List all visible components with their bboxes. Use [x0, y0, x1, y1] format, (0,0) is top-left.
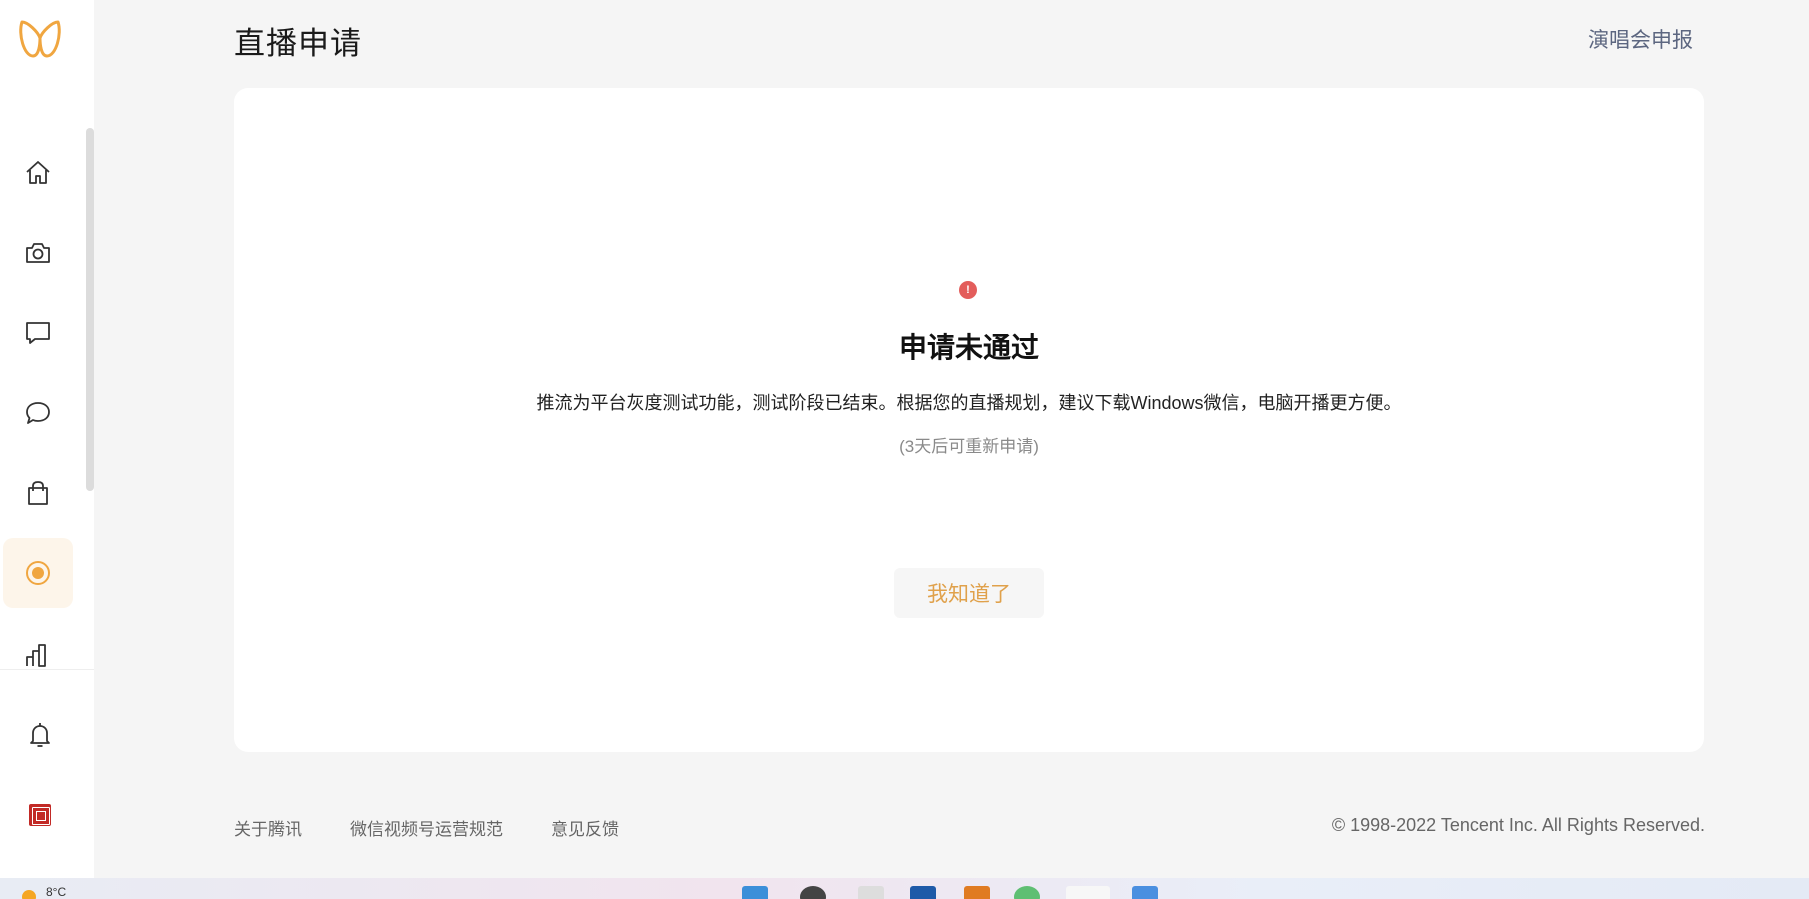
live-icon	[26, 561, 50, 585]
footer-link-guidelines[interactable]: 微信视频号运营规范	[350, 815, 503, 840]
status-message: 推流为平台灰度测试功能，测试阶段已结束。根据您的直播规划，建议下载Windows…	[536, 393, 1402, 413]
sidebar-item-camera[interactable]	[3, 218, 73, 288]
footer-links: 关于腾讯 微信视频号运营规范 意见反馈	[234, 815, 619, 840]
footer-link-about[interactable]: 关于腾讯	[234, 815, 302, 840]
weather-widget[interactable]: 8°C	[22, 880, 66, 899]
home-icon	[26, 161, 50, 184]
sidebar-item-comment[interactable]	[3, 298, 73, 368]
notifications-button[interactable]	[3, 705, 77, 765]
taskbar-app-icon[interactable]	[910, 886, 936, 899]
sidebar-item-home[interactable]	[3, 138, 73, 208]
sidebar-divider	[0, 669, 94, 670]
page-title: 直播申请	[234, 26, 362, 61]
acknowledge-button[interactable]: 我知道了	[894, 568, 1044, 618]
channels-logo-icon[interactable]	[16, 14, 64, 62]
error-icon: !	[959, 281, 977, 299]
start-icon[interactable]	[742, 886, 768, 899]
sidebar	[0, 0, 94, 878]
taskbar-app-icon[interactable]	[1132, 886, 1158, 899]
bar-chart-icon	[26, 644, 46, 667]
status-title: 申请未通过	[898, 332, 1039, 363]
taskbar-app-icon[interactable]	[858, 886, 884, 899]
concert-report-link[interactable]: 演唱会申报	[1588, 24, 1693, 54]
sidebar-item-shop[interactable]	[3, 458, 73, 528]
comment-icon	[26, 322, 50, 344]
footer-link-feedback[interactable]: 意见反馈	[551, 815, 619, 840]
seal-avatar-icon	[29, 804, 51, 826]
reapply-note: (3天后可重新申请)	[899, 437, 1039, 456]
result-card	[234, 88, 1704, 752]
copyright: © 1998-2022 Tencent Inc. All Rights Rese…	[1331, 815, 1705, 835]
os-taskbar: 8°C	[0, 878, 1809, 899]
taskbar-app-active[interactable]	[1066, 886, 1110, 899]
sidebar-scrollbar[interactable]	[86, 128, 94, 491]
taskbar-app-icon[interactable]	[800, 886, 826, 899]
shopping-bag-icon	[28, 481, 48, 505]
bell-icon	[30, 723, 50, 747]
sidebar-item-message[interactable]	[3, 378, 73, 448]
message-icon	[26, 402, 50, 424]
taskbar-app-icon[interactable]	[964, 886, 990, 899]
sidebar-item-stats[interactable]	[3, 618, 73, 668]
taskbar-app-icon[interactable]	[1014, 886, 1040, 899]
user-avatar[interactable]	[3, 785, 77, 845]
temperature: 8°C	[46, 885, 67, 899]
sun-icon	[22, 890, 36, 899]
sidebar-item-live[interactable]	[3, 538, 73, 608]
camera-icon	[26, 243, 50, 263]
